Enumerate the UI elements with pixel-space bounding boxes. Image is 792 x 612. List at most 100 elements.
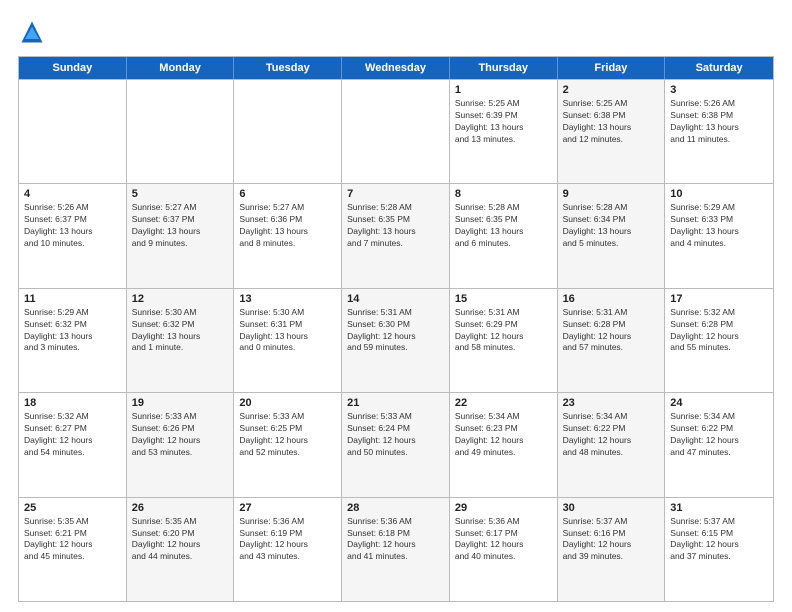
- day-cell-5: 5 Sunrise: 5:27 AM Sunset: 6:37 PM Daylig…: [127, 184, 235, 287]
- day-number: 28: [347, 502, 444, 514]
- day-number: 25: [24, 502, 121, 514]
- calendar-row-3: 18Sunrise: 5:32 AM Sunset: 6:27 PM Dayli…: [19, 392, 773, 496]
- day-number: 27: [239, 502, 336, 514]
- calendar-row-2: 11 Sunrise: 5:29 AM Sunset: 6:32 PM Dayli…: [19, 288, 773, 392]
- cell-info: Sunrise: 5:25 AM Sunset: 6:39 PM Dayligh…: [455, 98, 552, 146]
- calendar-row-0: 1 Sunrise: 5:25 AM Sunset: 6:39 PM Daylig…: [19, 79, 773, 183]
- day-number: 26: [132, 502, 229, 514]
- cell-info: Sunrise: 5:37 AM Sunset: 6:15 PM Dayligh…: [670, 516, 768, 564]
- cell-info: Sunrise: 5:33 AM Sunset: 6:25 PM Dayligh…: [239, 411, 336, 459]
- cell-info: Sunrise: 5:33 AM Sunset: 6:24 PM Dayligh…: [347, 411, 444, 459]
- day-number: 22: [455, 397, 552, 409]
- calendar-row-4: 25Sunrise: 5:35 AM Sunset: 6:21 PM Dayli…: [19, 497, 773, 601]
- day-cell-30: 30 Sunrise: 5:37 AM Sunset: 6:16 PM Dayli…: [558, 498, 666, 601]
- calendar-body: 1 Sunrise: 5:25 AM Sunset: 6:39 PM Daylig…: [19, 79, 773, 601]
- cell-info: Sunrise: 5:29 AM Sunset: 6:33 PM Dayligh…: [670, 202, 768, 250]
- day-cell-7: 7 Sunrise: 5:28 AM Sunset: 6:35 PM Daylig…: [342, 184, 450, 287]
- cell-info: Sunrise: 5:30 AM Sunset: 6:32 PM Dayligh…: [132, 307, 229, 355]
- cell-info: Sunrise: 5:36 AM Sunset: 6:19 PM Dayligh…: [239, 516, 336, 564]
- cell-info: Sunrise: 5:32 AM Sunset: 6:28 PM Dayligh…: [670, 307, 768, 355]
- cell-info: Sunrise: 5:36 AM Sunset: 6:17 PM Dayligh…: [455, 516, 552, 564]
- day-cell-8: 8 Sunrise: 5:28 AM Sunset: 6:35 PM Daylig…: [450, 184, 558, 287]
- cell-info: Sunrise: 5:26 AM Sunset: 6:38 PM Dayligh…: [670, 98, 768, 146]
- day-number: 19: [132, 397, 229, 409]
- day-number: 21: [347, 397, 444, 409]
- day-cell-23: 23Sunrise: 5:34 AM Sunset: 6:22 PM Dayli…: [558, 393, 666, 496]
- day-number: 4: [24, 188, 121, 200]
- cell-info: Sunrise: 5:37 AM Sunset: 6:16 PM Dayligh…: [563, 516, 660, 564]
- logo: [18, 18, 50, 46]
- cell-info: Sunrise: 5:30 AM Sunset: 6:31 PM Dayligh…: [239, 307, 336, 355]
- day-number: 13: [239, 293, 336, 305]
- weekday-header-thursday: Thursday: [450, 57, 558, 79]
- weekday-header-wednesday: Wednesday: [342, 57, 450, 79]
- day-cell-9: 9Sunrise: 5:28 AM Sunset: 6:34 PM Daylig…: [558, 184, 666, 287]
- cell-info: Sunrise: 5:25 AM Sunset: 6:38 PM Dayligh…: [563, 98, 660, 146]
- cell-info: Sunrise: 5:31 AM Sunset: 6:30 PM Dayligh…: [347, 307, 444, 355]
- weekday-header-monday: Monday: [127, 57, 235, 79]
- day-cell-13: 13 Sunrise: 5:30 AM Sunset: 6:31 PM Dayli…: [234, 289, 342, 392]
- day-cell-31: 31Sunrise: 5:37 AM Sunset: 6:15 PM Dayli…: [665, 498, 773, 601]
- cell-info: Sunrise: 5:35 AM Sunset: 6:20 PM Dayligh…: [132, 516, 229, 564]
- day-cell-11: 11 Sunrise: 5:29 AM Sunset: 6:32 PM Dayli…: [19, 289, 127, 392]
- day-number: 29: [455, 502, 552, 514]
- day-number: 17: [670, 293, 768, 305]
- day-cell-27: 27 Sunrise: 5:36 AM Sunset: 6:19 PM Dayli…: [234, 498, 342, 601]
- cell-info: Sunrise: 5:29 AM Sunset: 6:32 PM Dayligh…: [24, 307, 121, 355]
- day-cell-19: 19 Sunrise: 5:33 AM Sunset: 6:26 PM Dayli…: [127, 393, 235, 496]
- cell-info: Sunrise: 5:28 AM Sunset: 6:35 PM Dayligh…: [347, 202, 444, 250]
- calendar-row-1: 4 Sunrise: 5:26 AM Sunset: 6:37 PM Daylig…: [19, 183, 773, 287]
- day-number: 24: [670, 397, 768, 409]
- day-cell-29: 29 Sunrise: 5:36 AM Sunset: 6:17 PM Dayli…: [450, 498, 558, 601]
- cell-info: Sunrise: 5:36 AM Sunset: 6:18 PM Dayligh…: [347, 516, 444, 564]
- day-cell-24: 24 Sunrise: 5:34 AM Sunset: 6:22 PM Dayli…: [665, 393, 773, 496]
- cell-info: Sunrise: 5:33 AM Sunset: 6:26 PM Dayligh…: [132, 411, 229, 459]
- logo-icon: [18, 18, 46, 46]
- day-number: 14: [347, 293, 444, 305]
- cell-info: Sunrise: 5:34 AM Sunset: 6:23 PM Dayligh…: [455, 411, 552, 459]
- calendar-header: SundayMondayTuesdayWednesdayThursdayFrid…: [19, 57, 773, 79]
- cell-info: Sunrise: 5:27 AM Sunset: 6:36 PM Dayligh…: [239, 202, 336, 250]
- day-number: 20: [239, 397, 336, 409]
- day-number: 3: [670, 84, 768, 96]
- empty-cell-0-2: [234, 80, 342, 183]
- day-number: 7: [347, 188, 444, 200]
- day-number: 10: [670, 188, 768, 200]
- day-number: 2: [563, 84, 660, 96]
- weekday-header-sunday: Sunday: [19, 57, 127, 79]
- header: [18, 18, 774, 46]
- day-number: 5: [132, 188, 229, 200]
- day-cell-22: 22 Sunrise: 5:34 AM Sunset: 6:23 PM Dayli…: [450, 393, 558, 496]
- day-number: 11: [24, 293, 121, 305]
- day-cell-26: 26 Sunrise: 5:35 AM Sunset: 6:20 PM Dayli…: [127, 498, 235, 601]
- day-cell-12: 12 Sunrise: 5:30 AM Sunset: 6:32 PM Dayli…: [127, 289, 235, 392]
- weekday-header-saturday: Saturday: [665, 57, 773, 79]
- cell-info: Sunrise: 5:34 AM Sunset: 6:22 PM Dayligh…: [670, 411, 768, 459]
- empty-cell-0-0: [19, 80, 127, 183]
- day-cell-25: 25Sunrise: 5:35 AM Sunset: 6:21 PM Dayli…: [19, 498, 127, 601]
- day-cell-21: 21 Sunrise: 5:33 AM Sunset: 6:24 PM Dayli…: [342, 393, 450, 496]
- day-number: 6: [239, 188, 336, 200]
- empty-cell-0-1: [127, 80, 235, 183]
- cell-info: Sunrise: 5:27 AM Sunset: 6:37 PM Dayligh…: [132, 202, 229, 250]
- day-cell-3: 3 Sunrise: 5:26 AM Sunset: 6:38 PM Daylig…: [665, 80, 773, 183]
- day-cell-18: 18Sunrise: 5:32 AM Sunset: 6:27 PM Dayli…: [19, 393, 127, 496]
- day-cell-20: 20 Sunrise: 5:33 AM Sunset: 6:25 PM Dayli…: [234, 393, 342, 496]
- weekday-header-tuesday: Tuesday: [234, 57, 342, 79]
- day-cell-17: 17 Sunrise: 5:32 AM Sunset: 6:28 PM Dayli…: [665, 289, 773, 392]
- cell-info: Sunrise: 5:34 AM Sunset: 6:22 PM Dayligh…: [563, 411, 660, 459]
- day-cell-14: 14 Sunrise: 5:31 AM Sunset: 6:30 PM Dayli…: [342, 289, 450, 392]
- day-number: 18: [24, 397, 121, 409]
- day-number: 30: [563, 502, 660, 514]
- day-cell-1: 1 Sunrise: 5:25 AM Sunset: 6:39 PM Daylig…: [450, 80, 558, 183]
- cell-info: Sunrise: 5:28 AM Sunset: 6:35 PM Dayligh…: [455, 202, 552, 250]
- weekday-header-friday: Friday: [558, 57, 666, 79]
- empty-cell-0-3: [342, 80, 450, 183]
- cell-info: Sunrise: 5:26 AM Sunset: 6:37 PM Dayligh…: [24, 202, 121, 250]
- day-number: 1: [455, 84, 552, 96]
- day-number: 8: [455, 188, 552, 200]
- day-cell-10: 10 Sunrise: 5:29 AM Sunset: 6:33 PM Dayli…: [665, 184, 773, 287]
- day-number: 12: [132, 293, 229, 305]
- day-cell-28: 28 Sunrise: 5:36 AM Sunset: 6:18 PM Dayli…: [342, 498, 450, 601]
- day-cell-2: 2 Sunrise: 5:25 AM Sunset: 6:38 PM Daylig…: [558, 80, 666, 183]
